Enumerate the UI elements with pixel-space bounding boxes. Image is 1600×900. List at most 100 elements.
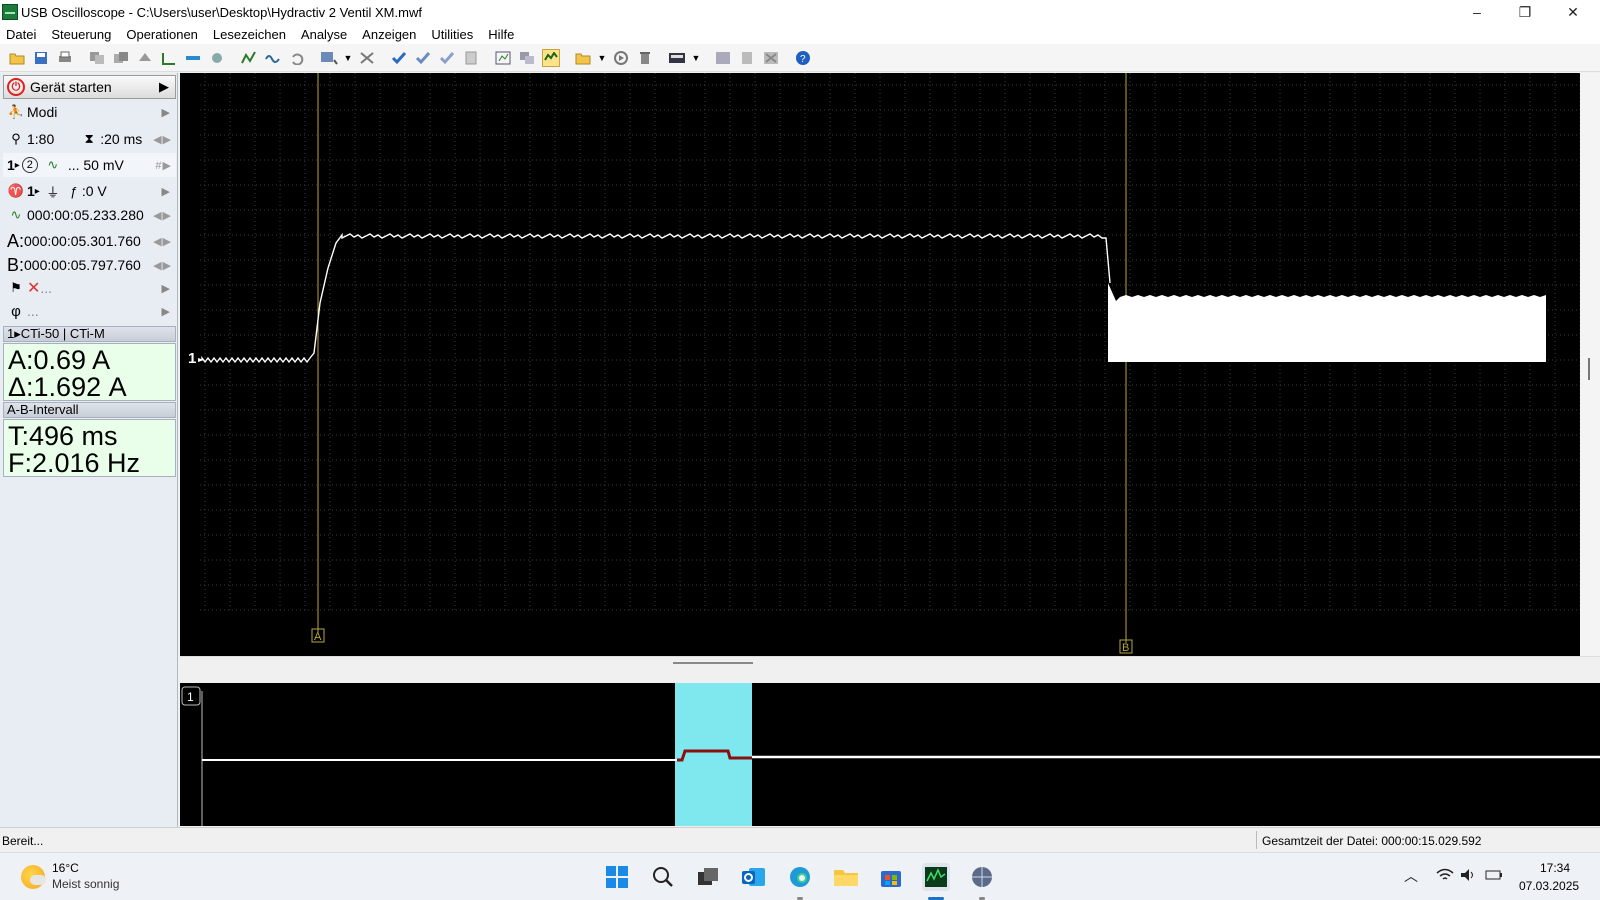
vertical-scrollbar[interactable] [1580,73,1600,656]
scope-canvas[interactable]: A B 1 [180,73,1580,656]
channel-row[interactable]: 1 ▸ 2 ∿ ... 50 mV #▶ [3,153,176,177]
menu-lesezeichen[interactable]: Lesezeichen [213,27,286,42]
interval-frequency-value: F:2.016 Hz [8,448,141,478]
start-menu-icon[interactable] [603,863,631,891]
menu-steuerung[interactable]: Steuerung [51,27,111,42]
print-icon[interactable] [56,49,74,67]
trash-icon[interactable] [636,49,654,67]
microsoft-store-icon[interactable] [877,863,905,891]
clock-date[interactable]: 07.03.2025 [1519,879,1579,893]
wifi-icon[interactable] [1436,868,1454,885]
trigger-time-row[interactable]: ∿ 000:00:05.233.280 ◀▶ [3,203,176,227]
paste-channel-icon[interactable] [112,49,130,67]
submenu-arrow-icon: ▶ [161,305,170,318]
menu-analyse[interactable]: Analyse [301,27,347,42]
stepper-arrows-icon[interactable]: ◀▶ [153,259,172,272]
outlook-icon[interactable] [740,863,768,891]
edge-browser-icon[interactable] [786,863,814,891]
stepper-arrows-icon[interactable]: ◀▶ [153,235,172,248]
stepper-arrows-icon[interactable]: ◀▶ [153,133,172,146]
delete-icon[interactable] [762,49,780,67]
filter-label: ... [40,280,53,296]
menu-datei[interactable]: Datei [6,27,36,42]
channel-marker[interactable]: 1 [188,350,196,367]
start-device-button[interactable]: ⏻ Gerät starten ▶ [3,75,176,99]
copy-channel-icon[interactable] [88,49,106,67]
signal-trace [201,232,1111,364]
clear-zoom-icon[interactable] [358,49,376,67]
stepper-arrows-icon[interactable]: #▶ [155,159,172,172]
search-icon[interactable] [649,863,677,891]
open-folder-icon[interactable] [8,49,26,67]
signal-noise-band [1108,283,1546,362]
cursor-icon[interactable] [184,49,202,67]
tray-chevron-icon[interactable]: ︿ [1404,866,1418,886]
restore-button[interactable]: ❐ [1502,0,1548,24]
app-icon [2,4,18,20]
play-icon[interactable] [612,49,630,67]
menu-hilfe[interactable]: Hilfe [488,27,514,42]
grid-icon[interactable] [714,49,732,67]
measurement-delta-value: Δ:1.692 A [8,372,127,402]
doc-icon[interactable] [738,49,756,67]
record-folder-icon[interactable] [574,49,592,67]
overview-visible-window[interactable] [675,683,752,826]
oscilloscope-taskbar-icon[interactable] [922,863,950,891]
phase-row[interactable]: φ ... ▶ [3,299,176,323]
oscilloscope-app-window: USB Oscilloscope - C:\Users\user\Desktop… [0,0,1600,900]
page-icon[interactable] [462,49,480,67]
help-icon[interactable]: ? [794,49,812,67]
overview-display[interactable]: 1 [180,683,1600,826]
app-globe-icon[interactable] [968,863,996,891]
filter-icon[interactable] [208,49,226,67]
fit-icon[interactable] [494,49,512,67]
weather-description[interactable]: Meist sonnig [52,877,119,891]
check-next-icon[interactable] [438,49,456,67]
zoom-timebase-row[interactable]: ⚲ 1:80 ⧗ :20 ms ◀▶ [3,127,176,151]
wave-icon[interactable] [264,49,282,67]
save-icon[interactable] [32,49,50,67]
submenu-arrow-icon: ▶ [161,185,170,198]
overview-canvas[interactable]: 1 [180,683,1600,826]
minimize-button[interactable]: – [1454,0,1500,24]
zoom-window-icon[interactable] [320,49,338,67]
task-view-icon[interactable] [694,863,722,891]
measure-icon[interactable] [160,49,178,67]
menu-anzeigen[interactable]: Anzeigen [362,27,416,42]
scope-display[interactable]: A B 1 [180,73,1580,656]
volume-icon[interactable] [1460,868,1476,885]
undo-icon[interactable] [288,49,306,67]
close-button[interactable]: ✕ [1550,0,1596,24]
display-mode-icon[interactable] [668,49,686,67]
taskbar: 16°C Meist sonnig ︿ 17:34 07.03.2025 [0,852,1600,900]
battery-icon[interactable] [1485,868,1503,885]
measurement-box: A:0.69 A Δ:1.692 A [3,343,176,401]
scroll-thumb[interactable] [1588,358,1590,380]
check-all-icon[interactable] [414,49,432,67]
interval-period-value: T:496 ms [8,421,118,451]
modes-row[interactable]: ⛹ Modi ▶ [3,100,176,124]
channel-number: 2 [21,157,38,173]
cursor-b-row[interactable]: B: 000:00:05.797.760 ◀▶ [3,253,176,277]
clock-time[interactable]: 17:34 [1540,861,1570,875]
trigger-time-icon: ∿ [10,207,22,222]
file-explorer-icon[interactable] [832,863,860,891]
stepper-arrows-icon[interactable]: ◀▶ [153,209,172,222]
dropdown-arrow-icon[interactable]: ▼ [692,49,701,67]
signal-icon[interactable] [240,49,258,67]
splitter-bar[interactable] [180,656,1600,678]
window-title: USB Oscilloscope - C:\Users\user\Desktop… [21,4,422,20]
check-icon[interactable] [390,49,408,67]
trigger-row[interactable]: ♈ 1 ▸ ⏚ ƒ :0 V ▶ [3,179,176,203]
menu-utilities[interactable]: Utilities [431,27,473,42]
splitter-handle[interactable] [673,662,753,664]
auto-scale-icon[interactable] [542,48,560,67]
dropdown-arrow-icon[interactable]: ▼ [344,49,353,67]
menu-operationen[interactable]: Operationen [126,27,198,42]
multi-window-icon[interactable] [518,49,536,67]
layers-icon[interactable] [136,49,154,67]
filter-row[interactable]: ⚑ ✕ ... ▶ [3,276,176,300]
cursor-a-row[interactable]: A: 000:00:05.301.760 ◀▶ [3,229,176,253]
weather-temperature[interactable]: 16°C [52,861,79,875]
dropdown-arrow-icon[interactable]: ▼ [598,49,607,67]
